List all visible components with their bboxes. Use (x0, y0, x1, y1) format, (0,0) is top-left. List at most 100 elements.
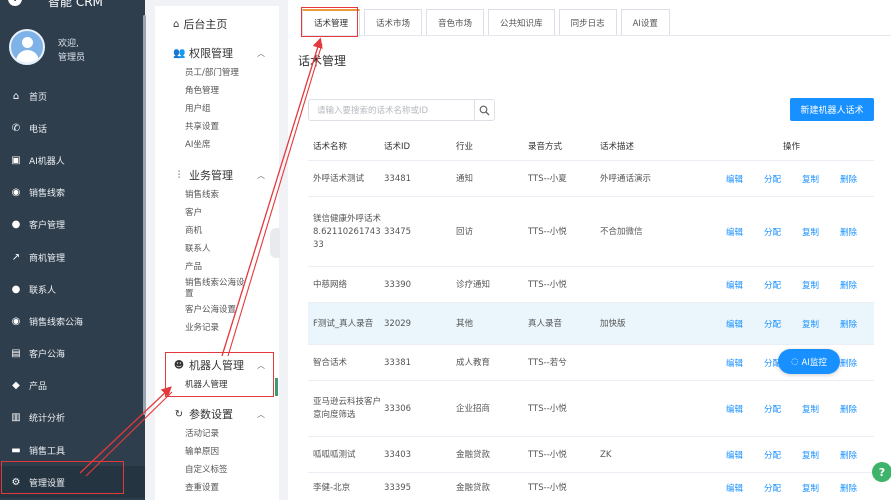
sidebar-scrollbar[interactable] (143, 15, 146, 415)
copy-link[interactable]: 复制 (802, 226, 840, 238)
new-robot-script-button[interactable]: 新建机器人话术 (790, 98, 874, 121)
sidebar-item-customers[interactable]: ● 客户管理 (0, 209, 145, 241)
submenu-item[interactable]: 客户 (155, 204, 279, 222)
cell-id: 33403 (384, 449, 412, 460)
delete-link[interactable]: 删除 (840, 449, 878, 461)
cell-name: 智合话术 (313, 357, 348, 368)
cell-industry: 企业招商 (456, 403, 491, 414)
search-icon (479, 105, 490, 115)
submenu-item[interactable]: 销售线索公海设置 (155, 277, 251, 301)
submenu-group-header[interactable]: ↻ 参数设置 ︿ (155, 403, 279, 425)
tab-script-market[interactable]: 话术市场 (364, 9, 423, 35)
delete-link[interactable]: 删除 (840, 403, 878, 415)
copy-link[interactable]: 复制 (802, 173, 840, 185)
home-icon: ⌂ (12, 90, 20, 102)
submenu-item[interactable]: 查重设置 (155, 480, 279, 498)
submenu-home[interactable]: ⌂ 后台主页 (173, 16, 227, 32)
submenu-item[interactable]: 业务记录 (155, 319, 279, 337)
user-role: 管理员 (58, 53, 86, 63)
assign-link[interactable]: 分配 (764, 482, 802, 494)
submenu-item[interactable]: 商机 (155, 222, 279, 240)
delete-link[interactable]: 删除 (840, 318, 878, 330)
table-row: 李健-北京 33395 金融贷款 TTS--小悦 编辑 分配 复制 删除 (308, 473, 874, 500)
edit-link[interactable]: 编辑 (726, 357, 764, 369)
assign-link[interactable]: 分配 (764, 173, 802, 185)
submenu-item[interactable]: 产品 (155, 259, 279, 277)
delete-link[interactable]: 删除 (840, 482, 878, 494)
avatar[interactable] (9, 29, 45, 65)
assign-link[interactable]: 分配 (764, 318, 802, 330)
submenu-item[interactable]: AI坐席 (155, 137, 279, 155)
submenu-item[interactable]: 员工/部门管理 (155, 64, 279, 82)
tab-sync-log[interactable]: 同步日志 (558, 9, 617, 35)
search-input[interactable]: 请输入要搜索的话术名称或ID (308, 99, 475, 121)
sidebar-item-contacts[interactable]: ● 联系人 (0, 273, 145, 305)
sidebar-item-label: 联系人 (29, 285, 57, 296)
help-icon[interactable]: ? (872, 462, 891, 482)
column-header: 录音方式 (528, 141, 563, 152)
sidebar-item-lead-pool[interactable]: ◉ 销售线索公海 (0, 305, 145, 337)
cell-voice: TTS--小悦 (528, 449, 567, 460)
sidebar-item-ai-robot[interactable]: ▣ AI机器人 (0, 144, 145, 176)
delete-link[interactable]: 删除 (840, 173, 878, 185)
sidebar-item-leads[interactable]: ◉ 销售线索 (0, 177, 145, 209)
edit-link[interactable]: 编辑 (726, 226, 764, 238)
annotation-box-robot-menu (165, 352, 274, 397)
sidebar-item-label: AI机器人 (29, 156, 65, 167)
submenu-item[interactable]: 共享设置 (155, 119, 279, 137)
assign-link[interactable]: 分配 (764, 279, 802, 291)
submenu-item[interactable]: 活动记录 (155, 425, 279, 443)
search-button[interactable] (474, 99, 495, 121)
submenu-item[interactable]: 销售线索 (155, 186, 279, 204)
copy-link[interactable]: 复制 (802, 318, 840, 330)
delete-link[interactable]: 删除 (840, 226, 878, 238)
submenu-collapse-handle[interactable] (270, 228, 280, 258)
sidebar-item-customer-pool[interactable]: ▤ 客户公海 (0, 338, 145, 370)
copy-link[interactable]: 复制 (802, 449, 840, 461)
cell-industry: 金融贷款 (456, 482, 491, 493)
edit-link[interactable]: 编辑 (726, 449, 764, 461)
sidebar-item-opportunities[interactable]: ↗ 商机管理 (0, 241, 145, 273)
ai-monitor-label: AI监控 (801, 357, 827, 368)
sidebar-item-statistics[interactable]: ▥ 统计分析 (0, 402, 145, 434)
copy-link[interactable]: 复制 (802, 482, 840, 494)
tab-public-knowledge[interactable]: 公共知识库 (488, 9, 555, 35)
submenu-item[interactable]: 联系人 (155, 241, 279, 259)
edit-link[interactable]: 编辑 (726, 173, 764, 185)
submenu-item[interactable]: 输单原因 (155, 443, 279, 461)
tab-voice-market[interactable]: 音色市场 (426, 9, 485, 35)
cell-id: 33475 (384, 226, 412, 237)
sidebar-item-products[interactable]: ◆ 产品 (0, 370, 145, 402)
assign-link[interactable]: 分配 (764, 403, 802, 415)
submenu-item[interactable]: 用户组 (155, 100, 279, 118)
copy-link[interactable]: 复制 (802, 403, 840, 415)
ai-monitor-button[interactable]: ◌ AI监控 (778, 349, 840, 374)
phone-icon: ✆ (11, 122, 21, 134)
edit-link[interactable]: 编辑 (726, 318, 764, 330)
sidebar-item-label: 销售线索公海 (29, 317, 84, 328)
edit-link[interactable]: 编辑 (726, 403, 764, 415)
row-actions: 编辑分配复制删除 (726, 173, 878, 185)
cell-voice: 真人录音 (528, 318, 563, 329)
delete-link[interactable]: 删除 (840, 357, 878, 369)
column-header: 话术ID (384, 141, 411, 152)
copy-link[interactable]: 复制 (802, 279, 840, 291)
sidebar-item-label: 客户公海 (29, 350, 66, 361)
submenu-item[interactable]: 角色管理 (155, 82, 279, 100)
submenu-group-header[interactable]: ⫶ 业务管理 ︿ (155, 164, 279, 186)
delete-link[interactable]: 删除 (840, 279, 878, 291)
sidebar-item-home[interactable]: ⌂ 首页 (0, 80, 145, 112)
submenu-group-header[interactable]: 👥 权限管理 ︿ (155, 42, 279, 64)
sidebar-item-label: 销售工具 (29, 446, 66, 457)
edit-link[interactable]: 编辑 (726, 482, 764, 494)
submenu-item[interactable]: 客户公海设置 (155, 301, 279, 319)
edit-link[interactable]: 编辑 (726, 279, 764, 291)
tab-ai-settings[interactable]: AI设置 (620, 9, 670, 35)
users-icon: 👥 (173, 47, 186, 59)
table-row: 亚马逊云科技客户意向度筛选 33306 企业招商 TTS--小悦 编辑 分配 复制删… (308, 381, 874, 437)
assign-link[interactable]: 分配 (764, 226, 802, 238)
assign-link[interactable]: 分配 (764, 449, 802, 461)
submenu-item[interactable]: 自定义标签 (155, 461, 279, 479)
sidebar-item-phone[interactable]: ✆ 电话 (0, 112, 145, 144)
cell-name: 中慈网络 (313, 279, 348, 290)
